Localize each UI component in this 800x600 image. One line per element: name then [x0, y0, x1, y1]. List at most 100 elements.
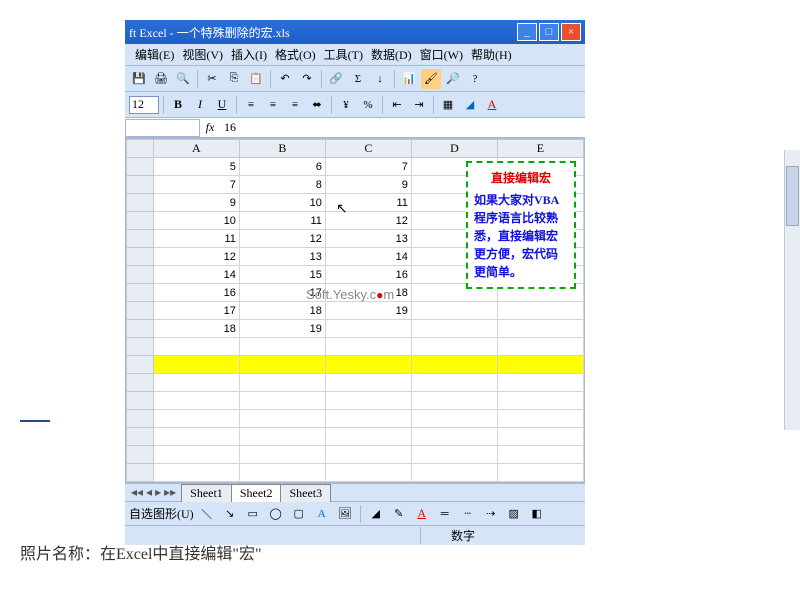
cell[interactable]	[497, 446, 583, 464]
vertical-scrollbar[interactable]	[784, 150, 800, 430]
row-header[interactable]	[127, 392, 154, 410]
menu-help[interactable]: 帮助(H)	[467, 44, 516, 65]
cell[interactable]: 10	[153, 212, 239, 230]
bold-icon[interactable]: B	[168, 95, 188, 115]
cell[interactable]	[411, 446, 497, 464]
sheet-tab[interactable]: Sheet3	[280, 484, 331, 502]
fillcolor2-icon[interactable]: ◢	[366, 504, 386, 524]
cell[interactable]	[239, 338, 325, 356]
copy-icon[interactable]: ⎘	[224, 69, 244, 89]
cell[interactable]: 5	[153, 158, 239, 176]
row-header[interactable]	[127, 356, 154, 374]
cell[interactable]	[153, 356, 239, 374]
currency-icon[interactable]: ¥	[336, 95, 356, 115]
row-header[interactable]	[127, 158, 154, 176]
shadow-icon[interactable]: ▨	[504, 504, 524, 524]
fx-icon[interactable]: fx	[200, 120, 220, 135]
wordart-icon[interactable]: A	[312, 504, 332, 524]
row-header[interactable]	[127, 230, 154, 248]
cell[interactable]	[325, 338, 411, 356]
row-header[interactable]	[127, 176, 154, 194]
menu-window[interactable]: 窗口(W)	[416, 44, 467, 65]
cell[interactable]: 6	[239, 158, 325, 176]
cell[interactable]: 11	[325, 194, 411, 212]
menu-view[interactable]: 视图(V)	[178, 44, 227, 65]
align-left-icon[interactable]: ≡	[241, 95, 261, 115]
worksheet-grid[interactable]: A B C D E 567778991011101112111213121314…	[125, 138, 585, 483]
cell[interactable]	[497, 320, 583, 338]
col-header[interactable]: D	[411, 140, 497, 158]
cell[interactable]	[497, 410, 583, 428]
cell[interactable]: 16	[325, 266, 411, 284]
linecolor-icon[interactable]: ✎	[389, 504, 409, 524]
cell[interactable]	[325, 446, 411, 464]
minimize-button[interactable]: _	[517, 23, 537, 41]
cell[interactable]: 18	[239, 302, 325, 320]
chart-icon[interactable]: 📊	[399, 69, 419, 89]
oval-icon[interactable]: ◯	[266, 504, 286, 524]
cell[interactable]	[239, 446, 325, 464]
cell[interactable]	[153, 338, 239, 356]
row-header[interactable]	[127, 302, 154, 320]
dashstyle-icon[interactable]: ┄	[458, 504, 478, 524]
cell[interactable]: 12	[239, 230, 325, 248]
menu-data[interactable]: 数据(D)	[367, 44, 416, 65]
row-header[interactable]	[127, 248, 154, 266]
arrow-icon[interactable]: ↘	[220, 504, 240, 524]
cell[interactable]: 13	[325, 230, 411, 248]
redo-icon[interactable]: ↷	[297, 69, 317, 89]
fontsize-input[interactable]	[129, 96, 159, 114]
underline-icon[interactable]: U	[212, 95, 232, 115]
name-box[interactable]	[125, 119, 200, 137]
cell[interactable]	[497, 464, 583, 482]
textbox-icon[interactable]: ▢	[289, 504, 309, 524]
row-header[interactable]	[127, 266, 154, 284]
rect-icon[interactable]: ▭	[243, 504, 263, 524]
cell[interactable]	[411, 374, 497, 392]
line-icon[interactable]: ＼	[197, 504, 217, 524]
cell[interactable]: 15	[239, 266, 325, 284]
indent-dec-icon[interactable]: ⇤	[387, 95, 407, 115]
cell[interactable]	[239, 392, 325, 410]
col-header[interactable]: B	[239, 140, 325, 158]
select-all-corner[interactable]	[127, 140, 154, 158]
cell[interactable]	[325, 410, 411, 428]
preview-icon[interactable]: 🔍	[173, 69, 193, 89]
row-header[interactable]	[127, 410, 154, 428]
formula-input[interactable]: 16	[220, 120, 585, 135]
drawing-icon[interactable]: 🖌	[421, 69, 441, 89]
cell[interactable]: 12	[325, 212, 411, 230]
close-button[interactable]: ×	[561, 23, 581, 41]
3d-icon[interactable]: ◧	[527, 504, 547, 524]
save-icon[interactable]: 💾	[129, 69, 149, 89]
cell[interactable]	[497, 374, 583, 392]
row-header[interactable]	[127, 374, 154, 392]
italic-icon[interactable]: I	[190, 95, 210, 115]
cell[interactable]: 7	[153, 176, 239, 194]
arrowstyle-icon[interactable]: ⇢	[481, 504, 501, 524]
row-header[interactable]	[127, 212, 154, 230]
cell[interactable]	[411, 428, 497, 446]
cell[interactable]	[325, 356, 411, 374]
cell[interactable]	[153, 446, 239, 464]
cell[interactable]	[153, 428, 239, 446]
cell[interactable]	[497, 392, 583, 410]
maximize-button[interactable]: □	[539, 23, 559, 41]
clipart-icon[interactable]: 🖼	[335, 504, 355, 524]
align-right-icon[interactable]: ≡	[285, 95, 305, 115]
cell[interactable]: 16	[153, 284, 239, 302]
cell[interactable]	[497, 338, 583, 356]
cell[interactable]: 10	[239, 194, 325, 212]
align-center-icon[interactable]: ≡	[263, 95, 283, 115]
cell[interactable]	[411, 464, 497, 482]
row-header[interactable]	[127, 464, 154, 482]
cell[interactable]: 18	[153, 320, 239, 338]
cell[interactable]: 14	[325, 248, 411, 266]
col-header[interactable]: C	[325, 140, 411, 158]
cell[interactable]	[239, 464, 325, 482]
col-header[interactable]: E	[497, 140, 583, 158]
menu-edit[interactable]: 编辑(E)	[131, 44, 178, 65]
cell[interactable]	[497, 356, 583, 374]
cell[interactable]: 17	[153, 302, 239, 320]
cell[interactable]	[325, 464, 411, 482]
